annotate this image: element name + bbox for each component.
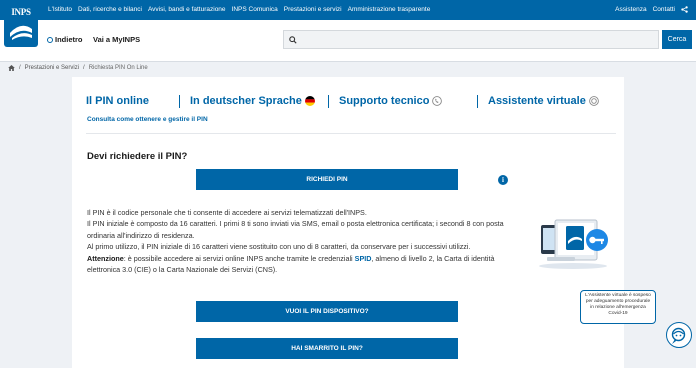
tab-assistente[interactable]: Assistente virtuale [488,95,599,107]
logo-mark-icon [10,25,32,40]
consulta-link[interactable]: Consulta come ottenere e gestire il PIN [87,116,208,123]
myinps-link[interactable]: Vai a MyINPS [93,35,140,44]
inps-logo[interactable]: INPS [4,3,38,47]
assistenza-link[interactable]: Assistenza [615,6,646,13]
tab-pin-online-label: Il PIN online [86,95,149,107]
nav-comunica[interactable]: INPS Comunica [232,6,278,13]
tab-separator [477,95,478,108]
tab-deutsch-label: In deutscher Sprache [190,95,302,107]
spid-link[interactable]: SPID [355,254,372,263]
info-icon[interactable]: i [498,175,508,185]
tab-pin-online[interactable]: Il PIN online [86,95,149,107]
tab-supporto-label: Supporto tecnico [339,95,430,107]
top-nav: L'Istituto Dati, ricerche e bilanci Avvi… [48,6,430,13]
pin-devices-illustration [539,219,608,269]
search-icon [289,36,297,44]
contatti-link[interactable]: Contatti [653,6,675,13]
breadcrumb-separator: / [83,65,85,71]
nav-istituto[interactable]: L'Istituto [48,6,72,13]
search-box [283,30,659,49]
breadcrumb: / Prestazioni e Servizi / Richiesta PIN … [8,65,148,71]
back-button[interactable]: Indietro [47,35,83,44]
paragraph-3: Al primo utilizzo, il PIN iniziale di 16… [87,242,471,252]
paragraph-1: Il PIN è il codice personale che ti cons… [87,208,367,217]
logo-text: INPS [11,7,31,17]
pin-description: Il PIN è il codice personale che ti cons… [87,207,527,275]
section-heading: Devi richiedere il PIN? [87,151,188,162]
header: Indietro Vai a MyINPS Cerca [0,20,696,62]
top-right-links: Assistenza Contatti [615,6,688,13]
breadcrumb-current: Richiesta PIN On Line [88,65,148,71]
nav-prestazioni[interactable]: Prestazioni e servizi [284,6,342,13]
back-label: Indietro [55,35,83,44]
home-icon[interactable] [8,65,15,71]
pin-smarrito-button[interactable]: HAI SMARRITO IL PIN? [196,338,458,359]
back-circle-icon [47,36,53,43]
chat-assistant-icon [588,96,599,106]
assistant-tooltip: L'Assistente virtuale è sospeso per adeg… [580,290,656,324]
paragraph-2: Il PIN iniziale è composto da 16 caratte… [87,219,504,240]
share-icon[interactable] [681,6,688,13]
chatbot-button[interactable] [666,322,692,348]
pin-dispositivo-button[interactable]: VUOI IL PIN DISPOSITIVO? [196,301,458,322]
german-flag-icon [304,96,315,106]
paragraph-4-text-a: : è possibile accedere ai servizi online… [123,253,355,263]
divider [86,133,616,134]
top-navigation-bar: L'Istituto Dati, ricerche e bilanci Avvi… [0,0,696,20]
breadcrumb-prestazioni[interactable]: Prestazioni e Servizi [25,65,79,71]
richiedi-pin-button[interactable]: RICHIEDI PIN [196,169,458,190]
breadcrumb-separator: / [19,65,21,71]
tab-assistente-label: Assistente virtuale [488,95,586,107]
search-button[interactable]: Cerca [662,30,692,49]
search-input[interactable] [300,33,650,47]
nav-dati[interactable]: Dati, ricerche e bilanci [78,6,142,13]
tab-separator [179,95,180,108]
tab-separator [328,95,329,108]
paragraph-4: Attenzione: è possibile accedere ai serv… [87,253,527,276]
tab-supporto[interactable]: Supporto tecnico [339,95,443,107]
nav-trasparenza[interactable]: Amministrazione trasparente [348,6,431,13]
nav-avvisi[interactable]: Avvisi, bandi e fatturazione [148,6,226,13]
tab-deutsch[interactable]: In deutscher Sprache [190,95,315,107]
pin-tabs: Il PIN online In deutscher Sprache Suppo… [86,95,606,109]
chatbot-icon [671,327,686,344]
phone-icon [432,96,443,106]
attention-label: Attenzione [87,253,124,263]
